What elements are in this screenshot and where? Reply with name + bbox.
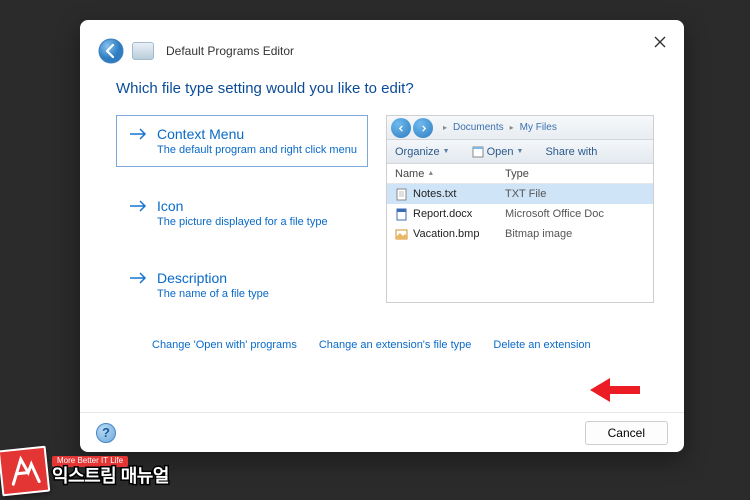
- nav-back-icon: [391, 118, 411, 138]
- bottom-links: Change 'Open with' programs Change an ex…: [116, 331, 654, 351]
- link-change-openwith[interactable]: Change 'Open with' programs: [152, 339, 297, 351]
- link-change-extension-filetype[interactable]: Change an extension's file type: [319, 339, 472, 351]
- cancel-button[interactable]: Cancel: [585, 421, 668, 445]
- toolbar-open: Open▼: [472, 146, 524, 158]
- option-context-menu[interactable]: Context Menu The default program and rig…: [116, 115, 368, 167]
- watermark-logo-icon: [0, 446, 50, 497]
- col-type: Type: [497, 164, 653, 183]
- dialog-header: Default Programs Editor: [80, 20, 684, 76]
- text-file-icon: [395, 188, 408, 201]
- app-icon: [132, 42, 154, 60]
- dialog-window: Default Programs Editor Which file type …: [80, 20, 684, 452]
- help-button[interactable]: ?: [96, 423, 116, 443]
- preview-address-bar: ▸ Documents ▸ My Files: [387, 116, 653, 140]
- file-type: Bitmap image: [497, 228, 653, 240]
- preview-nav-buttons: [391, 118, 433, 138]
- col-name: Name: [395, 168, 424, 180]
- option-icon[interactable]: Icon The picture displayed for a file ty…: [116, 187, 368, 239]
- arrow-right-icon: [129, 199, 147, 213]
- file-row: Notes.txt TXT File: [387, 184, 653, 204]
- option-desc: The name of a file type: [157, 288, 357, 300]
- breadcrumb-item: My Files: [520, 122, 557, 133]
- dialog-footer: ? Cancel: [80, 412, 684, 452]
- toolbar-share: Share with: [545, 146, 597, 158]
- explorer-preview: ▸ Documents ▸ My Files Organize▼ Open▼ S…: [386, 115, 654, 303]
- option-description[interactable]: Description The name of a file type: [116, 259, 368, 311]
- image-file-icon: [395, 228, 408, 241]
- link-delete-extension[interactable]: Delete an extension: [493, 339, 590, 351]
- file-row: Report.docx Microsoft Office Doc: [387, 204, 653, 224]
- toolbar-organize: Organize▼: [395, 146, 450, 158]
- options-list: Context Menu The default program and rig…: [116, 115, 368, 331]
- file-row: Vacation.bmp Bitmap image: [387, 224, 653, 244]
- notepad-icon: [472, 146, 484, 158]
- file-name: Notes.txt: [413, 188, 456, 200]
- option-title: Icon: [157, 198, 183, 214]
- close-icon: [654, 36, 666, 48]
- arrow-right-icon: [129, 271, 147, 285]
- file-type: TXT File: [497, 188, 653, 200]
- app-title: Default Programs Editor: [166, 44, 294, 58]
- close-button[interactable]: [650, 32, 670, 52]
- watermark-title: 익스트림 매뉴얼: [52, 467, 169, 486]
- option-title: Context Menu: [157, 126, 244, 142]
- dialog-content: Which file type setting would you like t…: [80, 76, 684, 402]
- nav-forward-icon: [413, 118, 433, 138]
- breadcrumb-item: Documents: [453, 122, 504, 133]
- word-file-icon: [395, 208, 408, 221]
- file-name: Report.docx: [413, 208, 472, 220]
- question-heading: Which file type setting would you like t…: [116, 80, 654, 97]
- preview-toolbar: Organize▼ Open▼ Share with: [387, 140, 653, 164]
- option-desc: The picture displayed for a file type: [157, 216, 357, 228]
- file-name: Vacation.bmp: [413, 228, 479, 240]
- option-title: Description: [157, 270, 227, 286]
- watermark: More Better IT Life 익스트림 매뉴얼: [0, 448, 169, 494]
- option-desc: The default program and right click menu: [157, 144, 357, 156]
- back-arrow-icon: [98, 38, 124, 64]
- back-button[interactable]: [98, 38, 124, 64]
- preview-column-headers: Name▲ Type: [387, 164, 653, 184]
- arrow-right-icon: [129, 127, 147, 141]
- file-type: Microsoft Office Doc: [497, 208, 653, 220]
